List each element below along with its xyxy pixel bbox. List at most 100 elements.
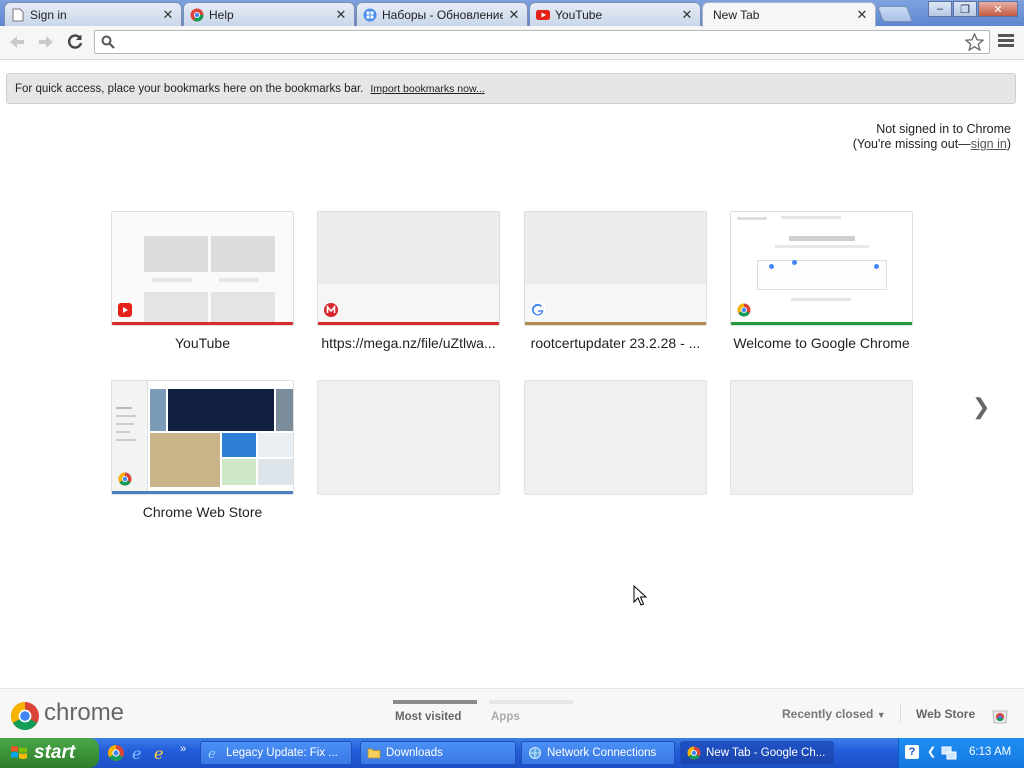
tab-apps[interactable]: Apps	[491, 711, 520, 723]
taskbar-window-label: Downloads	[386, 747, 443, 759]
taskbar-window-downloads[interactable]: Downloads	[360, 741, 516, 765]
mega-icon	[324, 303, 338, 317]
tile-title[interactable]: YouTube	[111, 335, 294, 351]
svg-text:e: e	[208, 747, 216, 760]
tab-youtube[interactable]: YouTube ✕	[529, 2, 701, 26]
signin-missing-text: (You're missing out—	[852, 137, 971, 151]
toolbar	[0, 26, 1024, 60]
windows-flag-icon	[11, 746, 27, 759]
tray-expand-icon[interactable]: ❮	[927, 745, 936, 758]
most-visited-tile-youtube[interactable]	[111, 211, 294, 326]
ie-quicklaunch-icon[interactable]: e	[130, 744, 148, 762]
tab-most-visited[interactable]: Most visited	[395, 711, 461, 723]
tile-thumbnail	[525, 212, 706, 323]
close-window-button[interactable]: ✕	[978, 1, 1018, 17]
tab-nabory[interactable]: Наборы - Обновление ✕	[356, 2, 528, 26]
close-tab-icon[interactable]: ✕	[507, 7, 521, 23]
back-button[interactable]	[7, 32, 27, 52]
chrome-apps-icon	[363, 8, 377, 22]
tile-title[interactable]: https://mega.nz/file/uZtlwa...	[317, 335, 500, 351]
bookmarks-hint-text: For quick access, place your bookmarks h…	[15, 82, 364, 95]
ntp-footer: chrome Most visited Apps Recently closed…	[0, 688, 1024, 738]
tab-title: Sign in	[30, 7, 67, 22]
tab-new-tab[interactable]: New Tab ✕	[702, 2, 876, 27]
tab-title: New Tab	[713, 8, 760, 22]
web-store-icon[interactable]	[990, 704, 1010, 724]
sign-in-link[interactable]: sign in	[971, 137, 1007, 151]
taskbar-window-legacy-update[interactable]: e Legacy Update: Fix ...	[200, 741, 352, 765]
tile-thumbnail	[731, 212, 912, 323]
chrome-menu-icon[interactable]	[998, 34, 1014, 50]
tab-title: YouTube	[555, 7, 603, 22]
svg-text:e: e	[154, 744, 163, 762]
most-visited-tile-mega[interactable]	[317, 211, 500, 326]
tab-strip: Sign in ✕ Help ✕ Наборы - Обновление ✕ Y…	[0, 0, 1024, 27]
chrome-wordmark: chrome	[44, 699, 125, 726]
tab-sign-in[interactable]: Sign in ✕	[4, 2, 182, 26]
tile-color-bar	[318, 322, 499, 325]
svg-text:e: e	[132, 744, 141, 762]
start-button[interactable]: start	[0, 738, 99, 768]
recently-closed-label: Recently closed	[782, 707, 874, 721]
help-icon[interactable]: ?	[905, 745, 919, 759]
new-tab-button[interactable]	[877, 6, 913, 22]
ie-icon: e	[208, 747, 216, 760]
tile-title[interactable]: Welcome to Google Chrome	[730, 335, 913, 351]
tile-title[interactable]: rootcertupdater 23.2.28 - ...	[524, 335, 707, 351]
search-icon	[101, 35, 115, 49]
bookmarks-bar-hint: For quick access, place your bookmarks h…	[6, 73, 1016, 104]
signin-promo: Not signed in to Chrome (You're missing …	[853, 122, 1011, 152]
reload-button[interactable]	[65, 32, 85, 52]
signin-status: Not signed in to Chrome	[876, 122, 1011, 136]
tab-title: Наборы - Обновление	[382, 7, 503, 22]
chrome-quicklaunch-icon[interactable]	[107, 744, 125, 762]
most-visited-tile-empty	[524, 380, 707, 495]
chevron-down-icon: ▼	[876, 710, 886, 720]
youtube-icon	[536, 8, 550, 22]
close-tab-icon[interactable]: ✕	[161, 7, 175, 23]
forward-button[interactable]	[36, 32, 56, 52]
most-visited-tile-welcome-chrome[interactable]	[730, 211, 913, 326]
taskbar-window-label: Network Connections	[547, 747, 657, 759]
ie-alt-quicklaunch-icon[interactable]: e	[152, 744, 170, 762]
restore-button[interactable]: ❐	[953, 1, 977, 17]
most-visited-tile-rootcert[interactable]	[524, 211, 707, 326]
forward-arrow-icon	[39, 36, 53, 48]
windows-taskbar: start e e » e Legacy Update: Fix ... Dow…	[0, 738, 1024, 768]
chrome-logo-icon	[11, 702, 39, 730]
quicklaunch-overflow-icon[interactable]: »	[180, 743, 186, 755]
close-tab-icon[interactable]: ✕	[680, 7, 694, 23]
next-page-chevron-icon[interactable]: ❯	[972, 394, 990, 420]
tile-thumbnail	[318, 212, 499, 323]
folder-icon	[367, 748, 381, 759]
google-icon	[531, 303, 545, 317]
tile-thumbnail	[112, 381, 293, 492]
recently-closed-menu[interactable]: Recently closed ▼	[782, 707, 886, 721]
start-label: start	[34, 742, 76, 763]
import-bookmarks-link[interactable]: Import bookmarks now...	[370, 83, 484, 95]
omnibox[interactable]	[94, 30, 990, 54]
close-tab-icon[interactable]: ✕	[855, 7, 869, 23]
close-tab-icon[interactable]: ✕	[334, 7, 348, 23]
youtube-icon	[118, 303, 132, 317]
tile-title[interactable]: Chrome Web Store	[111, 504, 294, 520]
taskbar-window-label: Legacy Update: Fix ...	[226, 747, 338, 759]
web-store-link[interactable]: Web Store	[916, 707, 975, 721]
most-visited-indicator	[393, 700, 477, 704]
chrome-icon	[118, 472, 132, 486]
network-tray-icon[interactable]	[941, 745, 957, 761]
minimize-button[interactable]: –	[928, 1, 952, 17]
network-icon	[529, 747, 541, 759]
page-icon	[11, 8, 25, 22]
most-visited-tile-web-store[interactable]	[111, 380, 294, 495]
taskbar-window-network-connections[interactable]: Network Connections	[521, 741, 675, 765]
reload-icon	[68, 34, 83, 49]
taskbar-window-new-tab[interactable]: New Tab - Google Ch...	[680, 741, 834, 765]
clock: 6:13 AM	[969, 746, 1012, 758]
omnibox-input[interactable]	[119, 33, 959, 51]
back-arrow-icon	[10, 36, 24, 48]
bookmark-star-icon[interactable]	[965, 33, 984, 51]
tab-help[interactable]: Help ✕	[183, 2, 355, 26]
chrome-icon	[737, 303, 751, 317]
chrome-icon	[687, 746, 701, 760]
